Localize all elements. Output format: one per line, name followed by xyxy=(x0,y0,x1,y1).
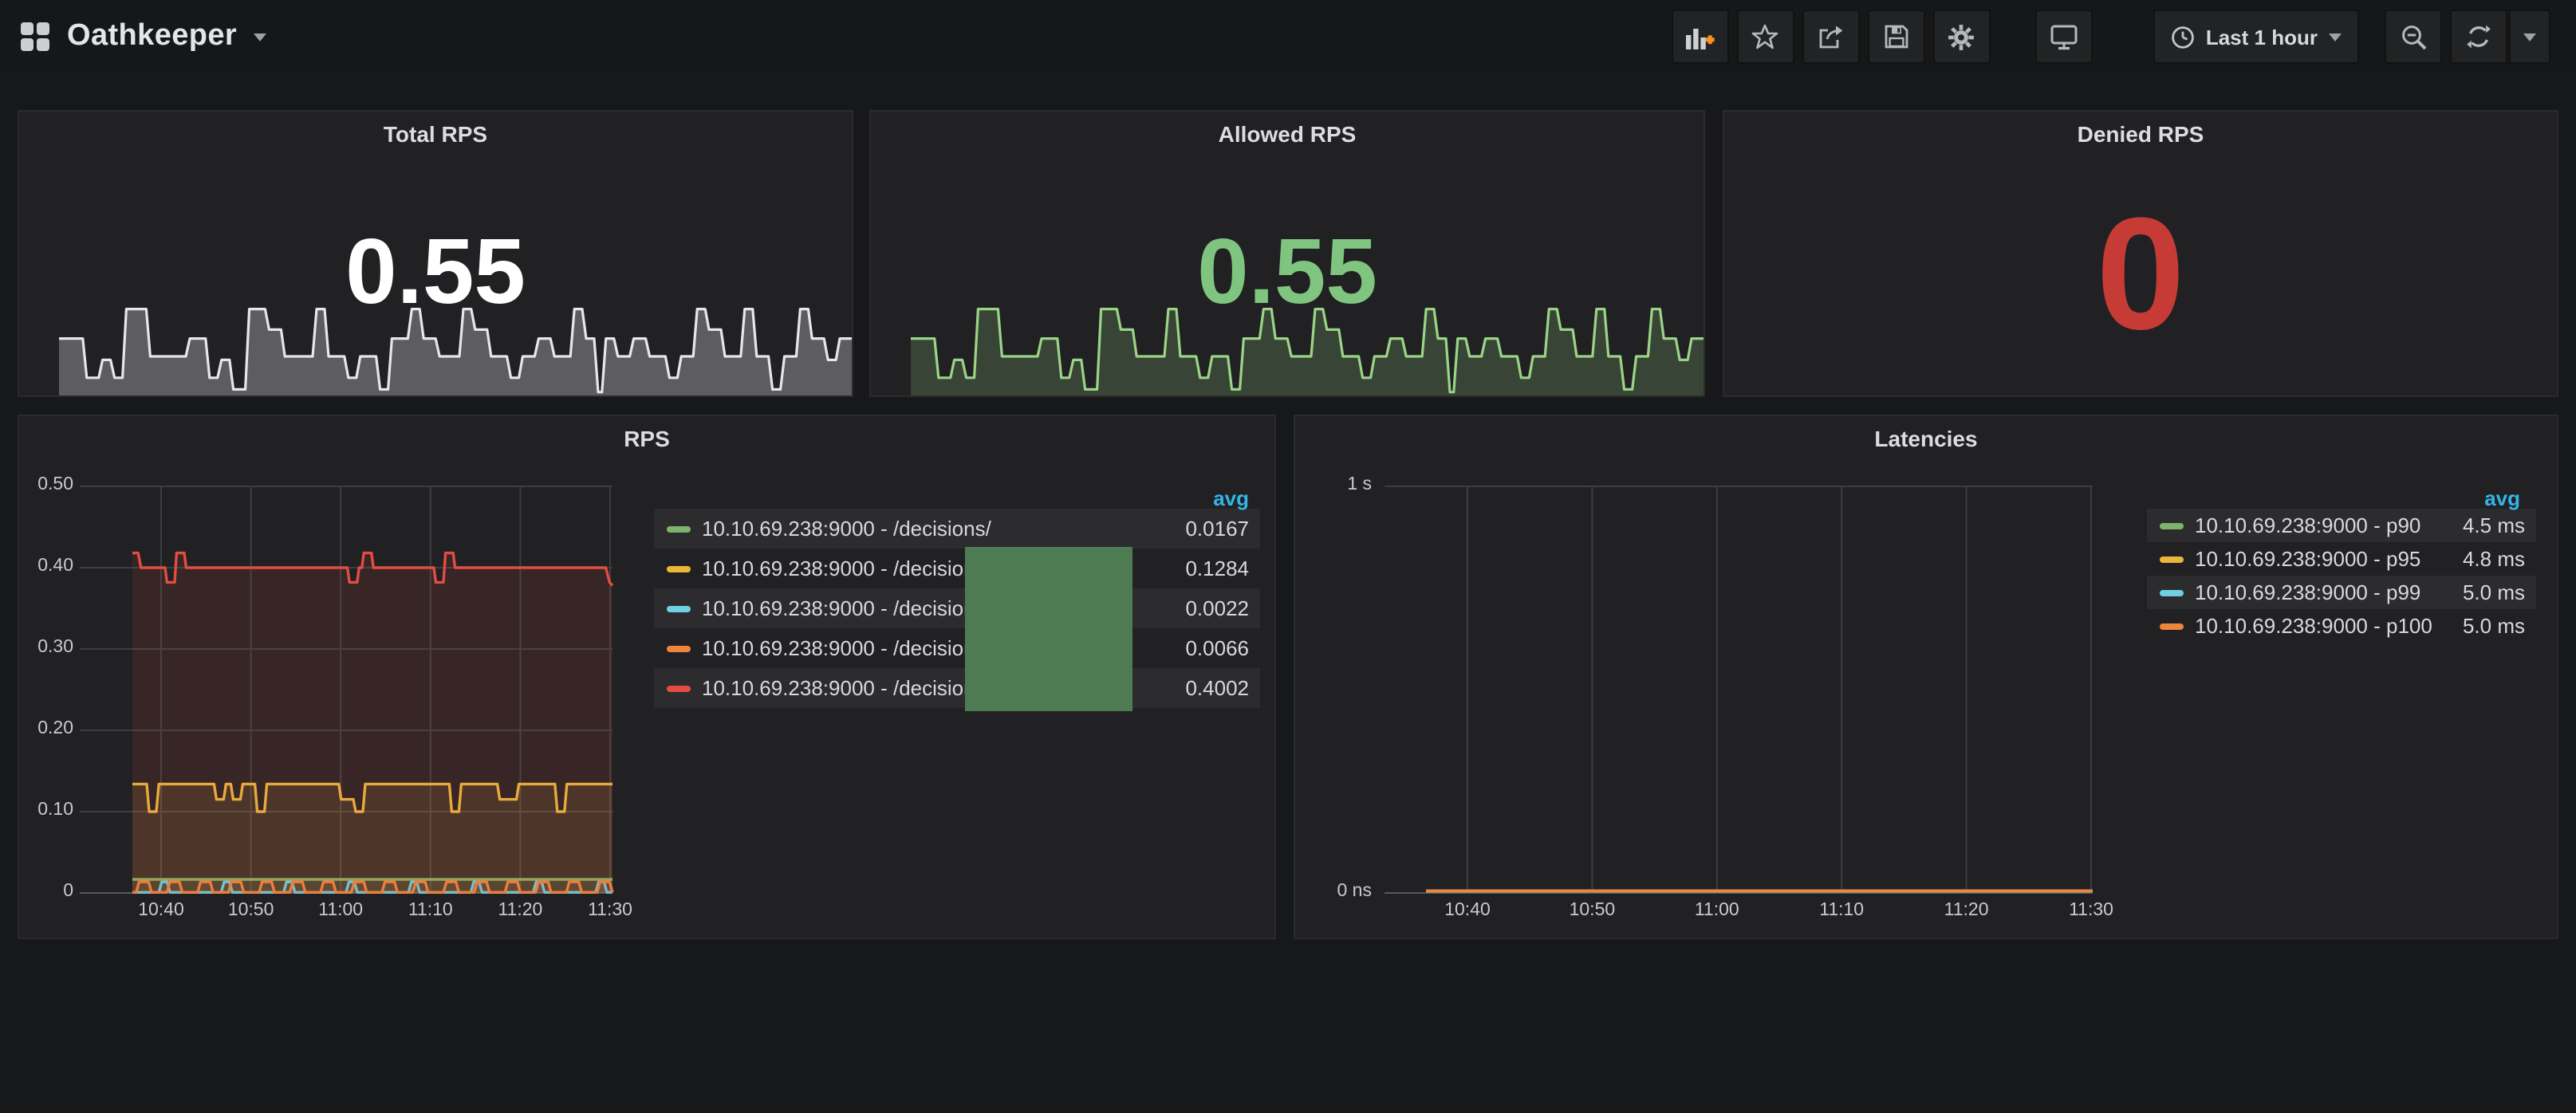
legend-series-label[interactable]: 10.10.69.238:9000 - /decisions/ xyxy=(702,596,991,620)
legend-swatch-icon xyxy=(2160,623,2184,629)
legend-avg-header: avg xyxy=(2147,486,2520,510)
legend-avg-value: 0.0167 xyxy=(1185,517,1249,541)
x-axis-tick-label: 11:00 xyxy=(299,901,382,920)
legend-avg-value: 4.8 ms xyxy=(2463,547,2525,571)
refresh-caret-down-icon xyxy=(2523,33,2536,41)
allowed-rps-value: 0.55 xyxy=(871,226,1704,319)
add-panel-icon xyxy=(1685,23,1715,50)
legend-row[interactable]: 10.10.69.238:9000 - /decisions/0.0066 xyxy=(654,628,1260,668)
x-axis-tick-label: 11:30 xyxy=(2050,901,2133,920)
panel-denied-rps: Denied RPS 0 xyxy=(1723,110,2558,397)
panel-latencies: Latencies 1 s0 ns10:4010:5011:0011:1011:… xyxy=(1294,415,2558,939)
legend-series-label[interactable]: 10.10.69.238:9000 - /decisions/ xyxy=(702,556,991,580)
legend-row[interactable]: 10.10.69.238:9000 - /decisions/0.0022 xyxy=(654,588,1260,628)
save-icon xyxy=(1884,24,1909,49)
panel-title[interactable]: Total RPS xyxy=(19,121,852,147)
legend-series-label[interactable]: 10.10.69.238:9000 - /decisions/ xyxy=(702,636,991,660)
legend-avg-value: 0.4002 xyxy=(1185,676,1249,700)
legend-swatch-icon xyxy=(667,685,691,691)
dashboards-grid-icon[interactable] xyxy=(19,21,51,53)
legend-avg-value: 0.1284 xyxy=(1185,556,1249,580)
legend-row[interactable]: 10.10.69.238:9000 - p95 4.8 ms xyxy=(2147,542,2536,576)
zoom-out-button[interactable] xyxy=(2385,10,2442,64)
star-button[interactable] xyxy=(1737,10,1794,64)
x-axis-tick-label: 10:50 xyxy=(210,901,293,920)
refresh-button[interactable] xyxy=(2450,10,2507,64)
legend-avg-header: avg xyxy=(654,486,1249,510)
legend-swatch-icon xyxy=(667,605,691,612)
y-axis-tick-label: 0.40 xyxy=(19,556,73,576)
x-axis-tick-label: 10:40 xyxy=(120,901,203,920)
y-axis-tick-label: 0.20 xyxy=(19,719,73,738)
monitor-icon xyxy=(2050,23,2078,50)
refresh-interval-button[interactable] xyxy=(2509,10,2550,64)
legend-swatch-icon xyxy=(2160,522,2184,529)
legend-swatch-icon xyxy=(667,525,691,532)
legend-avg-value: 0.0066 xyxy=(1185,636,1249,660)
legend-row[interactable]: 10.10.69.238:9000 - p99 5.0 ms xyxy=(2147,576,2536,609)
legend-swatch-icon xyxy=(667,645,691,651)
legend-row[interactable]: 10.10.69.238:9000 - p90 4.5 ms xyxy=(2147,509,2536,542)
save-button[interactable] xyxy=(1868,10,1925,64)
dashboard-caret-down-icon[interactable] xyxy=(253,33,266,41)
add-panel-button[interactable] xyxy=(1672,10,1729,64)
top-nav: Oathkeeper xyxy=(0,0,2576,73)
y-axis-tick-label: 0.50 xyxy=(19,475,73,494)
legend-avg-value: 4.5 ms xyxy=(2463,513,2525,537)
legend-swatch-icon xyxy=(2160,556,2184,562)
x-axis-tick-label: 11:30 xyxy=(569,901,652,920)
legend-row[interactable]: 10.10.69.238:9000 - /decisions/0.1284 xyxy=(654,549,1260,588)
legend-series-label[interactable]: 10.10.69.238:9000 - p100 xyxy=(2195,614,2432,638)
x-axis-tick-label: 11:20 xyxy=(479,901,561,920)
y-axis-tick-label: 0.10 xyxy=(19,800,73,820)
x-axis-tick-label: 10:40 xyxy=(1426,901,1509,920)
zoom-out-icon xyxy=(2400,23,2427,50)
legend-avg-value: 5.0 ms xyxy=(2463,580,2525,604)
legend-series-label[interactable]: 10.10.69.238:9000 - p95 xyxy=(2195,547,2420,571)
green-overlay-artifact xyxy=(965,547,1132,711)
x-axis-tick-label: 10:50 xyxy=(1550,901,1633,920)
dashboard-title[interactable]: Oathkeeper xyxy=(67,19,237,54)
denied-rps-value: 0 xyxy=(1724,195,2557,354)
refresh-icon xyxy=(2466,24,2491,49)
cycle-view-button[interactable] xyxy=(2035,10,2093,64)
y-axis-tick-label: 0 xyxy=(19,882,73,901)
panel-total-rps: Total RPS 0.55 xyxy=(18,110,853,397)
y-axis-tick-label: 0 ns xyxy=(1295,882,1372,901)
y-axis-tick-label: 1 s xyxy=(1295,475,1372,494)
y-axis-tick-label: 0.30 xyxy=(19,638,73,657)
time-range-label: Last 1 hour xyxy=(2206,25,2318,49)
grafana-dashboard: Oathkeeper xyxy=(0,0,2576,1113)
share-button[interactable] xyxy=(1802,10,1860,64)
x-axis-tick-label: 11:20 xyxy=(1925,901,2008,920)
time-caret-down-icon xyxy=(2329,33,2342,41)
legend-row[interactable]: 10.10.69.238:9000 - p100 5.0 ms xyxy=(2147,609,2536,643)
panel-title[interactable]: Denied RPS xyxy=(1724,121,2557,147)
clock-icon xyxy=(2171,25,2195,49)
x-axis-tick-label: 11:10 xyxy=(1800,901,1883,920)
settings-button[interactable] xyxy=(1933,10,1991,64)
x-axis-tick-label: 11:00 xyxy=(1676,901,1759,920)
total-rps-value: 0.55 xyxy=(19,226,852,319)
legend-series-label[interactable]: 10.10.69.238:9000 - /decisions/ xyxy=(702,517,991,541)
legend-swatch-icon xyxy=(2160,589,2184,596)
x-axis-tick-label: 11:10 xyxy=(389,901,472,920)
legend-swatch-icon xyxy=(667,565,691,572)
star-icon xyxy=(1752,24,1779,49)
legend-series-label[interactable]: 10.10.69.238:9000 - /decisions/ xyxy=(702,676,991,700)
legend-avg-value: 5.0 ms xyxy=(2463,614,2525,638)
legend-series-label[interactable]: 10.10.69.238:9000 - p99 xyxy=(2195,580,2420,604)
panel-allowed-rps: Allowed RPS 0.55 xyxy=(869,110,1705,397)
settings-gear-icon xyxy=(1948,23,1975,50)
panel-title[interactable]: Allowed RPS xyxy=(871,121,1704,147)
panel-rps: RPS 0.500.400.300.200.10010:4010:5011:00… xyxy=(18,415,1276,939)
legend-row[interactable]: 10.10.69.238:9000 - /decisions/0.4002 xyxy=(654,668,1260,708)
legend-series-label[interactable]: 10.10.69.238:9000 - p90 xyxy=(2195,513,2420,537)
legend-row[interactable]: 10.10.69.238:9000 - /decisions/0.0167 xyxy=(654,509,1260,549)
share-icon xyxy=(1818,24,1845,49)
legend-avg-value: 0.0022 xyxy=(1185,596,1249,620)
time-picker-button[interactable]: Last 1 hour xyxy=(2153,10,2359,64)
